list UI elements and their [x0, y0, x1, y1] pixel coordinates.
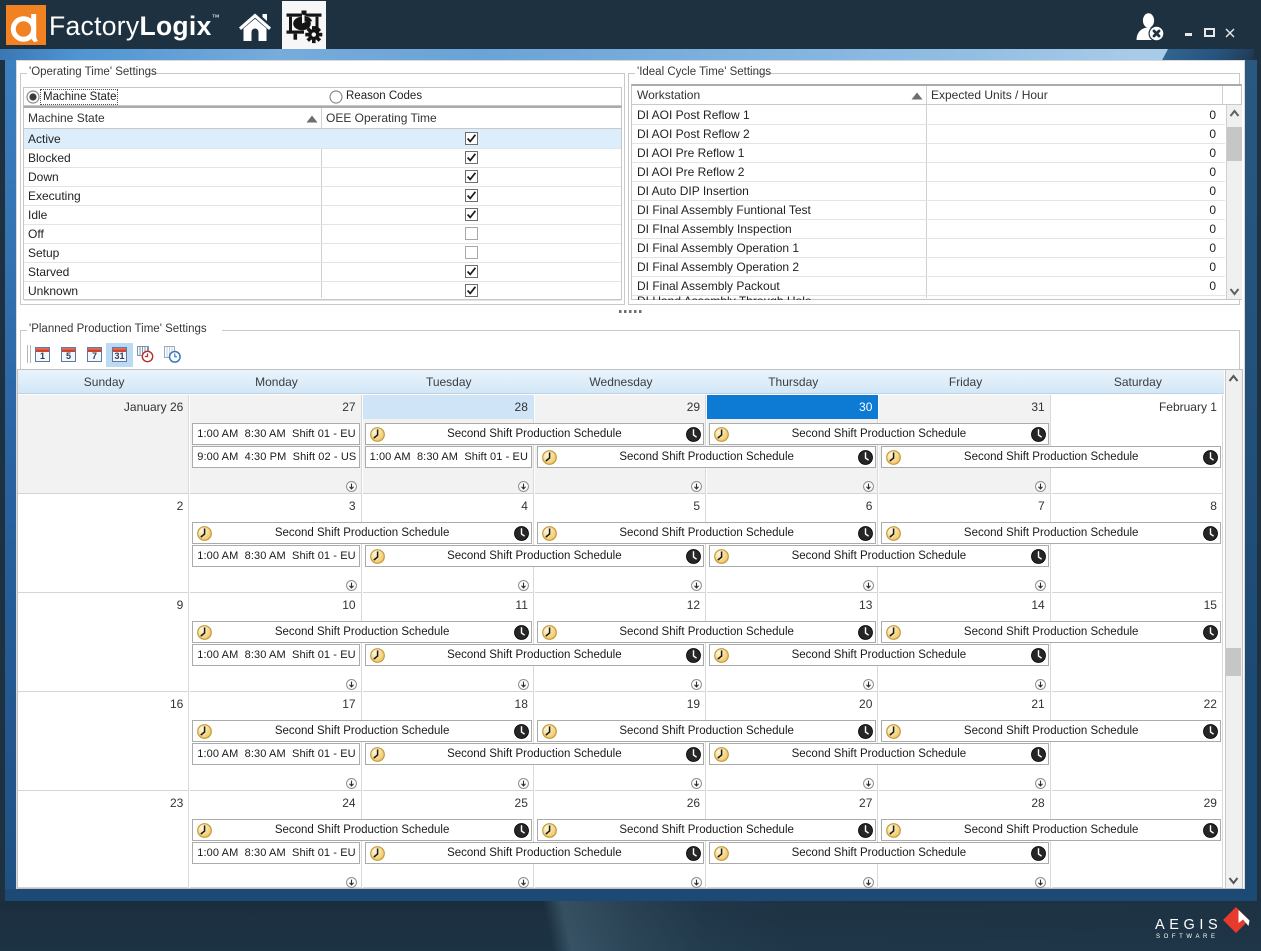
svg-text:31: 31: [114, 351, 124, 361]
svg-text:1: 1: [39, 351, 44, 361]
svg-text:7: 7: [91, 351, 96, 361]
svg-text:5: 5: [65, 351, 70, 361]
